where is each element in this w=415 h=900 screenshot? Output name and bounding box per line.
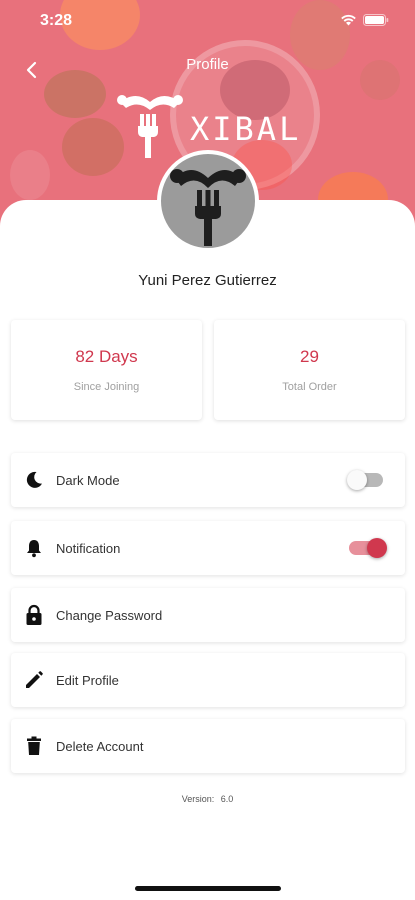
logo-fork-icon [117, 95, 183, 158]
page-title: Profile [186, 56, 229, 73]
notification-toggle[interactable] [349, 538, 387, 558]
setting-dark-mode[interactable]: Dark Mode [11, 453, 405, 507]
status-icons [340, 14, 389, 26]
stat-value: 82 Days [75, 347, 138, 366]
header-decoration [10, 150, 50, 200]
bell-icon [23, 537, 45, 559]
setting-notification[interactable]: Notification [11, 521, 405, 575]
toggle-knob [347, 470, 367, 490]
setting-label: Dark Mode [56, 472, 120, 488]
trash-icon [23, 735, 45, 757]
stat-value: 29 [300, 347, 319, 366]
setting-label: Edit Profile [56, 672, 119, 688]
home-indicator [135, 886, 281, 891]
pencil-icon [23, 669, 45, 691]
stat-label: Since Joining [73, 381, 140, 393]
toggle-knob [367, 538, 387, 558]
setting-label: Change Password [56, 607, 163, 623]
brand-logo-text: XIBAL [190, 110, 302, 148]
stat-label: Total Order [282, 381, 337, 393]
version-label: Version: [181, 794, 215, 804]
setting-change-password[interactable]: Change Password [11, 588, 405, 642]
battery-icon [363, 14, 389, 26]
user-name: Yuni Perez Gutierrez [138, 272, 277, 289]
stat-card-days: 82 Days Since Joining [11, 320, 202, 420]
app-version: Version: 6.0 [0, 794, 415, 804]
status-bar: 3:28 [0, 0, 415, 44]
dark-mode-toggle[interactable] [347, 470, 383, 490]
avatar[interactable] [157, 150, 259, 252]
moon-icon [23, 469, 45, 491]
stat-card-orders: 29 Total Order [214, 320, 405, 420]
status-time: 3:28 [40, 12, 73, 29]
setting-delete-account[interactable]: Delete Account [11, 719, 405, 773]
header-decoration [62, 118, 124, 176]
wifi-icon [341, 14, 356, 26]
header-decoration [44, 70, 106, 118]
version-value: 6.0 [220, 794, 234, 804]
setting-label: Delete Account [56, 738, 144, 754]
avatar-fork-icon [170, 169, 246, 246]
setting-label: Notification [56, 540, 121, 556]
lock-icon [23, 604, 45, 626]
setting-edit-profile[interactable]: Edit Profile [11, 653, 405, 707]
